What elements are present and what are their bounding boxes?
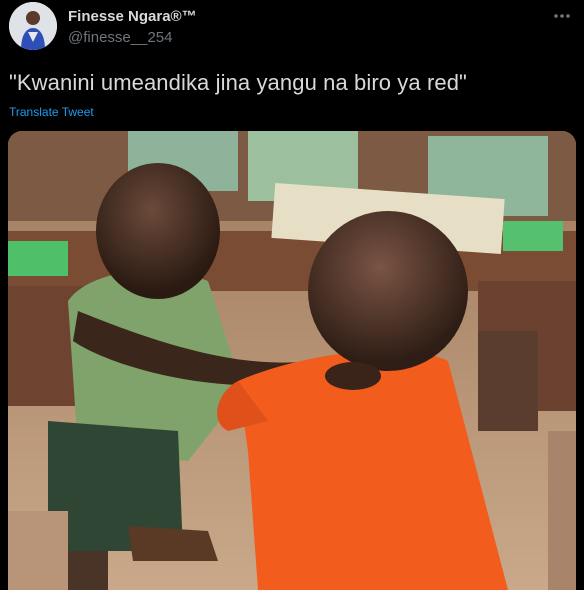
profile-avatar-icon: [9, 2, 57, 50]
tweet-photo[interactable]: [8, 131, 576, 590]
tweet-text: "Kwanini umeandika jina yangu na biro ya…: [9, 70, 467, 95]
handle[interactable]: @finesse__254: [68, 29, 172, 46]
tweet: Finesse Ngara®™ @finesse__254 "Kwanini u…: [0, 0, 584, 590]
display-name[interactable]: Finesse Ngara®™: [68, 8, 197, 25]
avatar[interactable]: [9, 2, 57, 50]
more-options-button[interactable]: [550, 4, 574, 28]
translate-tweet-link[interactable]: Translate Tweet: [9, 105, 94, 119]
classroom-photo: [8, 131, 576, 590]
more-options-icon: [554, 14, 570, 18]
